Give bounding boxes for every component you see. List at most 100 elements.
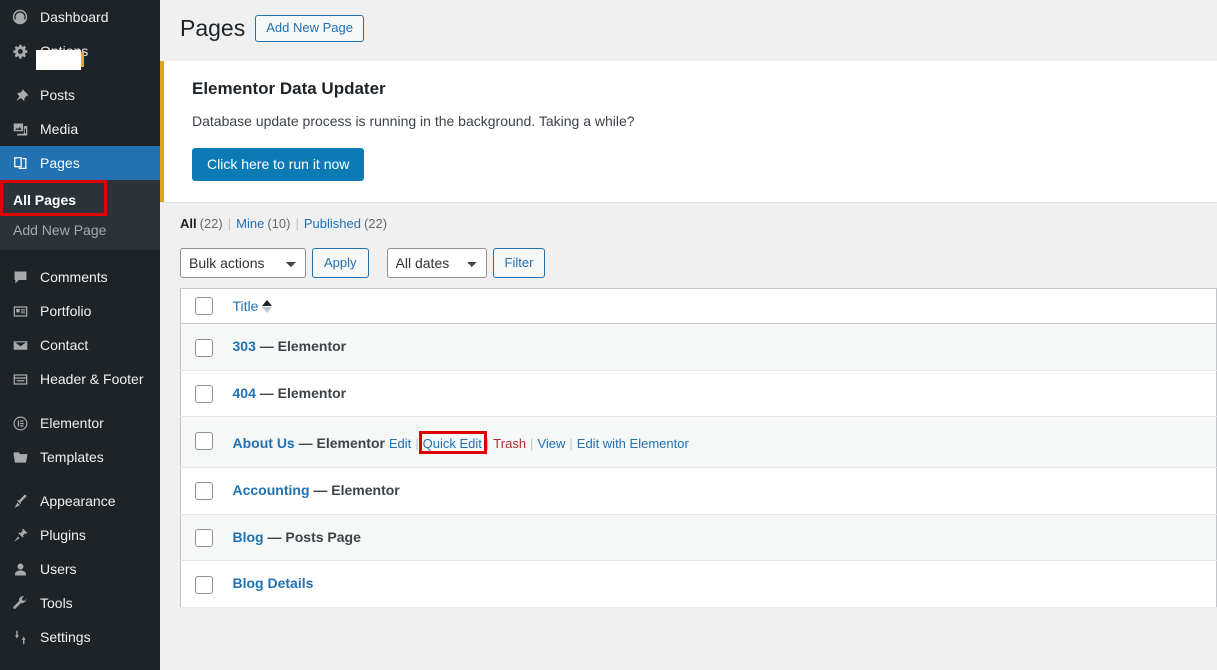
sidebar-item-elementor[interactable]: Elementor bbox=[0, 406, 160, 440]
row-action-trash[interactable]: Trash bbox=[493, 436, 526, 451]
row-action-edit[interactable]: Edit bbox=[389, 436, 411, 451]
row-select-cell bbox=[181, 561, 223, 607]
status-link-published-count: (22) bbox=[364, 216, 387, 231]
date-filter-select[interactable]: All dates bbox=[387, 248, 487, 278]
sliders-icon bbox=[10, 627, 30, 647]
sidebar-item-settings[interactable]: Settings bbox=[0, 620, 160, 654]
row-checkbox[interactable] bbox=[195, 385, 213, 403]
table-row: 303 — Elementor bbox=[181, 324, 1217, 371]
page-title: Pages bbox=[180, 14, 245, 44]
sidebar-item-media[interactable]: Media bbox=[0, 112, 160, 146]
row-action-quick-edit[interactable]: Quick Edit bbox=[423, 436, 482, 451]
page-title-link[interactable]: About Us bbox=[233, 435, 295, 451]
status-link-all-count: (22) bbox=[200, 216, 223, 231]
apply-button[interactable]: Apply bbox=[312, 248, 369, 278]
sidebar-separator-4 bbox=[0, 474, 160, 484]
select-all-checkbox[interactable] bbox=[195, 297, 213, 315]
sidebar-item-appearance[interactable]: Appearance bbox=[0, 484, 160, 518]
sidebar-item-add-new-page[interactable]: Add New Page bbox=[0, 215, 160, 245]
sidebar-item-contact[interactable]: Contact bbox=[0, 328, 160, 362]
folder-icon bbox=[10, 447, 30, 467]
status-link-all-label[interactable]: All bbox=[180, 216, 197, 231]
table-row: Blog Details bbox=[181, 561, 1217, 607]
row-action-edit-with-elementor[interactable]: Edit with Elementor bbox=[577, 436, 689, 451]
sidebar-item-label: Dashboard bbox=[40, 8, 109, 26]
sidebar-separator-3 bbox=[0, 396, 160, 406]
wrench-icon bbox=[10, 593, 30, 613]
row-title-cell: About Us — Elementor Edit | Quick Edit | Tra… bbox=[223, 417, 1217, 468]
table-row: Blog — Posts Page bbox=[181, 514, 1217, 561]
admin-sidebar: Dashboard Options Posts Media bbox=[0, 0, 160, 670]
status-links: All(22)| Mine(10)| Published(22) bbox=[180, 216, 1217, 231]
elementor-data-updater-notice: Elementor Data Updater Database update p… bbox=[160, 61, 1217, 202]
bulk-actions-select[interactable]: Bulk actions bbox=[180, 248, 306, 278]
status-link-mine: Mine(10)| bbox=[236, 216, 304, 231]
page-title-link[interactable]: Blog Details bbox=[233, 575, 314, 591]
page-title-link[interactable]: Blog bbox=[233, 529, 264, 545]
run-update-now-button[interactable]: Click here to run it now bbox=[192, 148, 364, 181]
user-icon bbox=[10, 559, 30, 579]
main-content: Pages Add New Page Elementor Data Update… bbox=[160, 0, 1217, 670]
sidebar-item-all-pages[interactable]: All Pages bbox=[0, 185, 160, 215]
status-link-mine-count: (10) bbox=[267, 216, 290, 231]
page-title-link[interactable]: Accounting bbox=[233, 482, 310, 498]
status-link-mine-label[interactable]: Mine bbox=[236, 216, 264, 231]
row-title-cell: 404 — Elementor bbox=[223, 370, 1217, 417]
row-checkbox[interactable] bbox=[195, 529, 213, 547]
sidebar-item-tools[interactable]: Tools bbox=[0, 586, 160, 620]
sidebar-item-label: Settings bbox=[40, 628, 91, 646]
sidebar-item-label: Header & Footer bbox=[40, 370, 144, 388]
plug-icon bbox=[10, 525, 30, 545]
row-select-cell bbox=[181, 417, 223, 468]
pages-icon bbox=[10, 153, 30, 173]
sidebar-item-posts[interactable]: Posts bbox=[0, 78, 160, 112]
sidebar-item-dashboard[interactable]: Dashboard bbox=[0, 0, 160, 34]
redaction-overlay bbox=[36, 50, 81, 70]
row-checkbox[interactable] bbox=[195, 576, 213, 594]
comments-icon bbox=[10, 267, 30, 287]
sidebar-separator-5 bbox=[0, 654, 160, 664]
row-checkbox[interactable] bbox=[195, 482, 213, 500]
table-row: 404 — Elementor bbox=[181, 370, 1217, 417]
notice-message: Database update process is running in th… bbox=[192, 111, 1205, 132]
page-title-link[interactable]: 303 bbox=[233, 338, 256, 354]
envelope-icon bbox=[10, 335, 30, 355]
sidebar-subitem-label: All Pages bbox=[13, 192, 76, 208]
sidebar-item-portfolio[interactable]: Portfolio bbox=[0, 294, 160, 328]
sort-by-title-link[interactable]: Title bbox=[233, 298, 273, 314]
notice-heading: Elementor Data Updater bbox=[192, 78, 1205, 100]
sidebar-item-plugins[interactable]: Plugins bbox=[0, 518, 160, 552]
row-actions: Edit|Quick Edit|Trash|View|Edit with Ele… bbox=[389, 434, 689, 454]
header-footer-icon bbox=[10, 369, 30, 389]
row-title-cell: Blog — Posts Page bbox=[223, 514, 1217, 561]
sidebar-item-templates[interactable]: Templates bbox=[0, 440, 160, 474]
row-checkbox[interactable] bbox=[195, 432, 213, 450]
sidebar-item-header-footer[interactable]: Header & Footer bbox=[0, 362, 160, 396]
row-checkbox[interactable] bbox=[195, 339, 213, 357]
sidebar-item-label: Comments bbox=[40, 268, 108, 286]
pin-icon bbox=[10, 85, 30, 105]
row-action-view[interactable]: View bbox=[537, 436, 565, 451]
page-post-state: — Elementor bbox=[295, 435, 385, 451]
page-post-state: — Elementor bbox=[310, 482, 400, 498]
sidebar-item-users[interactable]: Users bbox=[0, 552, 160, 586]
table-row: About Us — Elementor Edit | Quick Edit | Tra… bbox=[181, 417, 1217, 468]
sidebar-item-comments[interactable]: Comments bbox=[0, 260, 160, 294]
row-action-sep-3: | bbox=[530, 436, 533, 451]
column-header-title-label: Title bbox=[233, 298, 259, 314]
elementor-icon bbox=[10, 413, 30, 433]
portfolio-icon bbox=[10, 301, 30, 321]
sort-desc-arrow-icon bbox=[262, 307, 272, 313]
filter-button[interactable]: Filter bbox=[493, 248, 546, 278]
pages-table: Title 303 — Elementor bbox=[180, 288, 1217, 607]
sidebar-item-label: Pages bbox=[40, 154, 80, 172]
sidebar-item-pages[interactable]: Pages bbox=[0, 146, 160, 180]
sidebar-item-label: Appearance bbox=[40, 492, 116, 510]
add-new-page-button[interactable]: Add New Page bbox=[255, 15, 364, 42]
sidebar-item-label: Users bbox=[40, 560, 77, 578]
page-title-link[interactable]: 404 bbox=[233, 385, 256, 401]
row-action-sep-4: | bbox=[569, 436, 572, 451]
status-link-all: All(22)| bbox=[180, 216, 236, 231]
table-row: Accounting — Elementor bbox=[181, 468, 1217, 515]
status-link-published-label[interactable]: Published bbox=[304, 216, 361, 231]
